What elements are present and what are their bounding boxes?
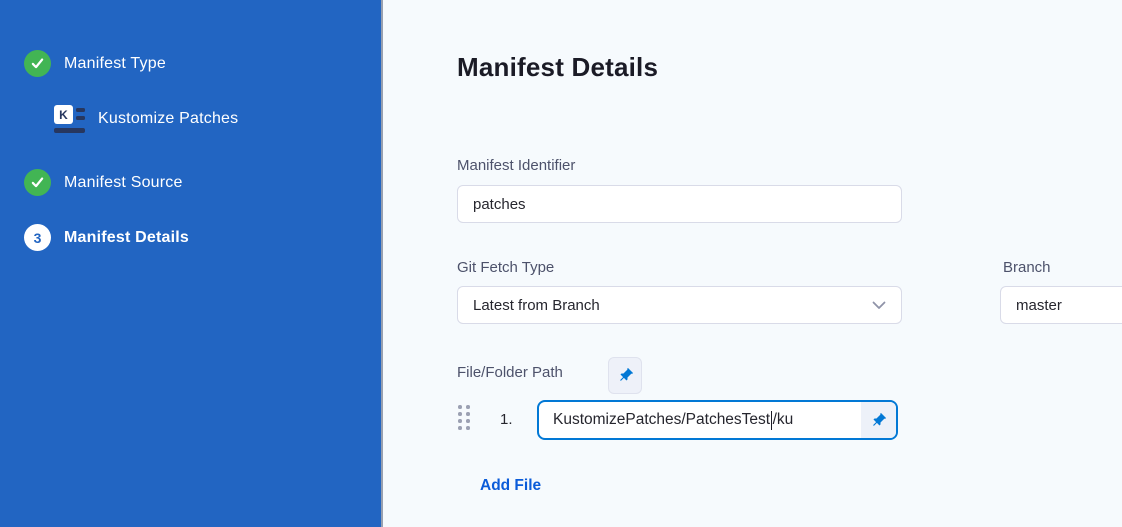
git-fetch-type-label: Git Fetch Type [457, 259, 554, 276]
path-pin-button[interactable] [861, 402, 896, 438]
pin-icon [870, 412, 887, 429]
branch-label: Branch [1003, 259, 1051, 276]
chevron-down-icon [872, 301, 886, 310]
kustomize-icon: K [52, 102, 85, 135]
path-value-before-cursor: KustomizePatches/PatchesTest [553, 411, 770, 429]
drag-handle[interactable] [458, 405, 470, 430]
file-folder-path-label: File/Folder Path [457, 364, 563, 381]
subitem-label: Kustomize Patches [98, 110, 238, 128]
step-label: Manifest Type [64, 55, 166, 73]
add-file-button[interactable]: Add File [480, 477, 541, 495]
git-fetch-type-value: Latest from Branch [473, 297, 872, 314]
manifest-identifier-label: Manifest Identifier [457, 157, 575, 174]
path-input[interactable]: KustomizePatches/PatchesTest/ku [539, 402, 861, 438]
git-fetch-type-select[interactable]: Latest from Branch [457, 286, 902, 324]
sidebar-step-manifest-details[interactable]: 3 Manifest Details [24, 224, 189, 251]
check-icon [24, 50, 51, 77]
step-number-badge: 3 [24, 224, 51, 251]
pin-icon [617, 367, 634, 384]
manifest-identifier-input[interactable] [457, 185, 902, 223]
sidebar-step-manifest-source[interactable]: Manifest Source [24, 169, 183, 196]
file-folder-path-pin-button[interactable] [608, 357, 642, 394]
sidebar-step-manifest-type[interactable]: Manifest Type [24, 50, 166, 77]
step-label: Manifest Details [64, 229, 189, 247]
sidebar-subitem-kustomize-patches[interactable]: K Kustomize Patches [52, 102, 238, 135]
path-value-after-cursor: /ku [773, 411, 794, 429]
page-title: Manifest Details [457, 52, 658, 83]
check-icon [24, 169, 51, 196]
step-label: Manifest Source [64, 174, 183, 192]
path-row-index: 1. [500, 411, 513, 428]
path-input-group: KustomizePatches/PatchesTest/ku [537, 400, 898, 440]
wizard-sidebar: Manifest Type K Kustomize Patches Manife… [0, 0, 383, 527]
branch-input[interactable] [1000, 286, 1122, 324]
